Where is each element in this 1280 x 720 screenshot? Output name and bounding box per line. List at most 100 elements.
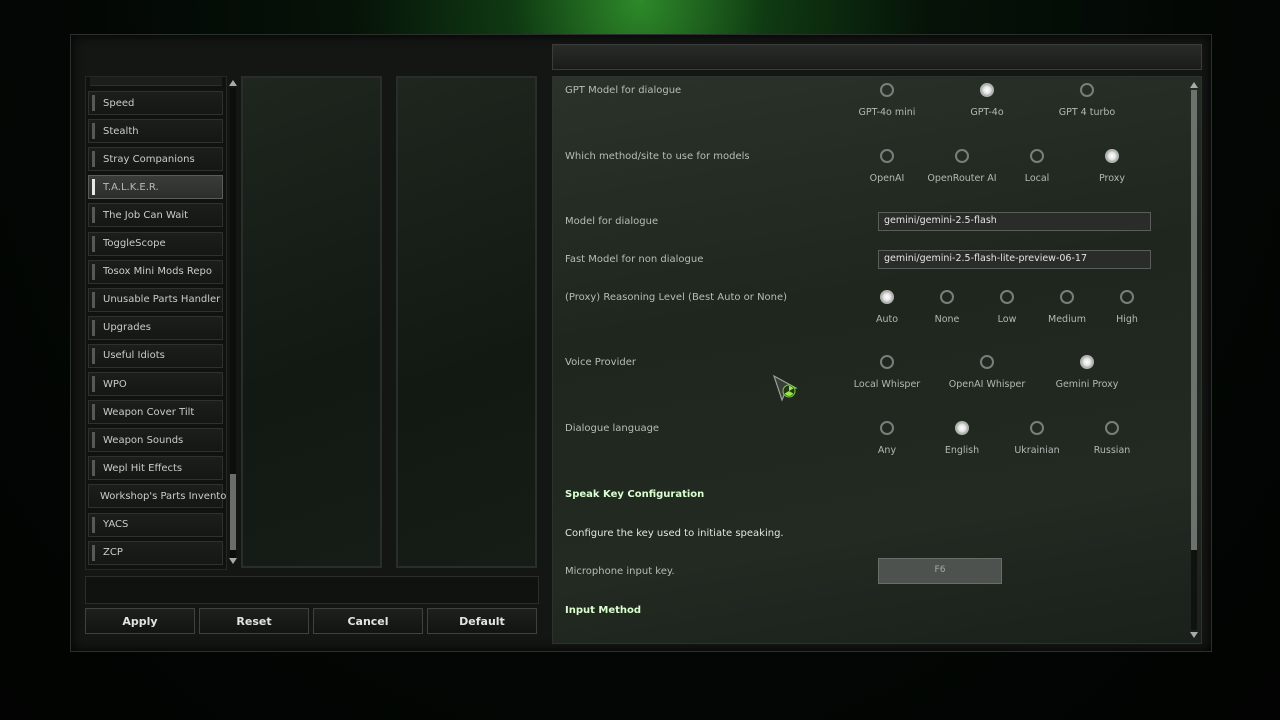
- mod-list-item-label: ZCP: [103, 547, 123, 559]
- gpt-model-option-label: GPT-4o: [970, 107, 1004, 118]
- mod-list-item-label: WPO: [103, 378, 127, 390]
- item-marker: [92, 516, 95, 533]
- mod-list-item[interactable]: Speed: [88, 91, 223, 115]
- language-radio[interactable]: [1030, 421, 1044, 435]
- mod-list-item-partial[interactable]: [90, 77, 222, 86]
- cancel-button[interactable]: Cancel: [313, 608, 423, 634]
- fast-model-label: Fast Model for non dialogue: [565, 254, 704, 265]
- fast-model-input[interactable]: gemini/gemini-2.5-flash-lite-preview-06-…: [878, 250, 1151, 269]
- voice-option-label: Gemini Proxy: [1055, 379, 1119, 390]
- mod-list-item[interactable]: Wepl Hit Effects: [88, 456, 223, 481]
- model-dialogue-input[interactable]: gemini/gemini-2.5-flash: [878, 212, 1151, 231]
- input-method-header: Input Method: [565, 605, 642, 616]
- mod-list-scrollbar[interactable]: [228, 76, 238, 568]
- settings-header-bar: [552, 44, 1202, 70]
- reasoning-radio[interactable]: [1000, 290, 1014, 304]
- radiation-cursor-icon: [772, 374, 798, 402]
- reasoning-radio[interactable]: [940, 290, 954, 304]
- item-marker: [92, 376, 95, 392]
- mod-list-item[interactable]: YACS: [88, 512, 223, 537]
- reasoning-label: (Proxy) Reasoning Level (Best Auto or No…: [565, 292, 788, 303]
- speak-key-header: Speak Key Configuration: [565, 489, 705, 500]
- language-radio[interactable]: [880, 421, 894, 435]
- mod-list-item[interactable]: WPO: [88, 372, 223, 396]
- voice-radio[interactable]: [880, 355, 894, 369]
- apply-button[interactable]: Apply: [85, 608, 195, 634]
- description-bar: [85, 576, 539, 604]
- gpt-model-option-label: GPT 4 turbo: [1058, 107, 1116, 118]
- reasoning-radio[interactable]: [880, 290, 894, 304]
- language-option-label: Russian: [1093, 445, 1131, 456]
- method-label: Which method/site to use for models: [565, 151, 750, 162]
- gpt-model-radio[interactable]: [1080, 83, 1094, 97]
- default-button[interactable]: Default: [427, 608, 537, 634]
- method-radio[interactable]: [1105, 149, 1119, 163]
- scroll-down-icon[interactable]: [229, 558, 237, 564]
- method-radio[interactable]: [1030, 149, 1044, 163]
- reasoning-option-label: Auto: [875, 314, 899, 325]
- mod-list-item-label: Weapon Sounds: [103, 434, 184, 446]
- mod-list-item[interactable]: Upgrades: [88, 315, 223, 340]
- item-marker: [92, 460, 95, 477]
- voice-radio[interactable]: [980, 355, 994, 369]
- mod-list-item[interactable]: Stealth: [88, 119, 223, 144]
- mod-list-item[interactable]: Useful Idiots: [88, 343, 223, 368]
- mod-list-item[interactable]: Workshop's Parts Inventory: [88, 484, 226, 509]
- gpt-model-radio[interactable]: [880, 83, 894, 97]
- item-marker: [92, 235, 95, 252]
- mod-list-item-label: Upgrades: [103, 322, 151, 334]
- voice-radio[interactable]: [1080, 355, 1094, 369]
- mod-list-item-label: T.A.L.K.E.R.: [103, 181, 159, 193]
- method-radio[interactable]: [880, 149, 894, 163]
- voice-option-label: Local Whisper: [853, 379, 921, 390]
- mod-list-item[interactable]: T.A.L.K.E.R.: [88, 175, 223, 200]
- gpt-model-radio[interactable]: [980, 83, 994, 97]
- language-radio[interactable]: [955, 421, 969, 435]
- scrollbar-thumb[interactable]: [1191, 90, 1197, 550]
- item-marker: [92, 319, 95, 336]
- mod-list-item[interactable]: Weapon Sounds: [88, 428, 223, 453]
- method-option-label: OpenRouter AI: [927, 173, 997, 184]
- mod-list-item[interactable]: The Job Can Wait: [88, 203, 223, 228]
- scroll-down-icon[interactable]: [1190, 632, 1198, 638]
- scroll-up-icon[interactable]: [1190, 82, 1198, 88]
- mod-list-item-label: Unusable Parts Handler: [103, 294, 221, 306]
- reasoning-option-label: None: [934, 314, 960, 325]
- gpt-model-label: GPT Model for dialogue: [565, 85, 682, 96]
- language-radio[interactable]: [1105, 421, 1119, 435]
- scroll-up-icon[interactable]: [229, 80, 237, 86]
- mod-list-item-label: Workshop's Parts Inventory: [100, 490, 227, 502]
- item-marker: [92, 432, 95, 449]
- reset-button[interactable]: Reset: [199, 608, 309, 634]
- mic-key-button[interactable]: F6: [878, 558, 1002, 584]
- voice-provider-label: Voice Provider: [565, 357, 636, 368]
- item-marker: [92, 263, 95, 280]
- mod-list-item[interactable]: ToggleScope: [88, 231, 223, 256]
- mod-list-item[interactable]: Weapon Cover Tilt: [88, 400, 223, 425]
- item-marker: [92, 95, 95, 111]
- method-option-label: OpenAI: [869, 173, 905, 184]
- speak-key-description: Configure the key used to initiate speak…: [565, 528, 784, 539]
- reasoning-radio[interactable]: [1060, 290, 1074, 304]
- mic-key-label: Microphone input key.: [565, 566, 675, 577]
- language-option-label: Ukrainian: [1014, 445, 1060, 456]
- mod-list-item[interactable]: ZCP: [88, 540, 223, 565]
- mod-list-item-label: Tosox Mini Mods Repo: [103, 266, 212, 278]
- mod-list-item-label: YACS: [103, 519, 129, 530]
- mod-list-item[interactable]: Unusable Parts Handler: [88, 287, 223, 312]
- reasoning-option-label: High: [1116, 314, 1138, 325]
- settings-scrollbar[interactable]: [1188, 78, 1200, 642]
- item-marker: [92, 151, 95, 168]
- mod-list-item[interactable]: Tosox Mini Mods Repo: [88, 259, 223, 284]
- mod-list: Speed Stealth Stray Companions T.A.L.K.E.R.…: [85, 76, 227, 570]
- mod-list-item-label: The Job Can Wait: [103, 209, 189, 221]
- language-option-label: Any: [877, 445, 897, 456]
- method-radio[interactable]: [955, 149, 969, 163]
- reasoning-option-label: Medium: [1048, 314, 1086, 325]
- reasoning-radio[interactable]: [1120, 290, 1134, 304]
- scrollbar-thumb[interactable]: [230, 474, 236, 550]
- model-dialogue-label: Model for dialogue: [565, 216, 659, 227]
- mod-list-item[interactable]: Stray Companions: [88, 147, 223, 172]
- item-marker: [92, 347, 95, 364]
- gpt-model-option-label: GPT-4o mini: [858, 107, 916, 118]
